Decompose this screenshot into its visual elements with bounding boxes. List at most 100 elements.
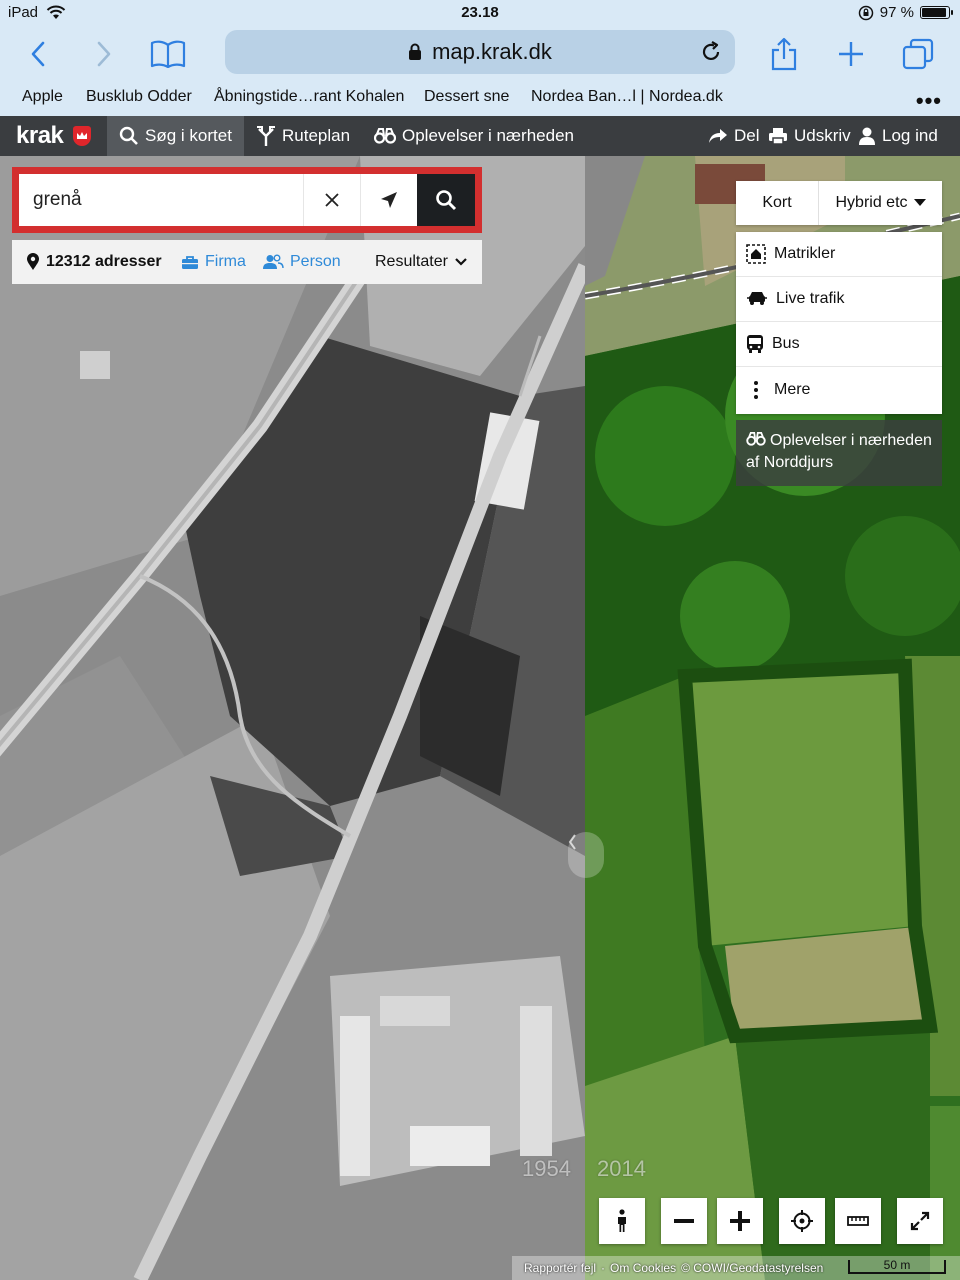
chevron-left-icon [31,41,45,67]
layer-live-traffic[interactable]: Live trafik [736,277,942,322]
share-link[interactable]: Del [708,116,760,156]
pedestrian-icon [618,1209,626,1232]
cookies-link[interactable]: Om Cookies [610,1261,676,1275]
layer-more[interactable]: Mere [736,367,942,412]
scale-bar: 50 m [848,1259,946,1274]
logo-text: krak [16,122,64,149]
map-type-hybrid-dropdown[interactable]: Hybrid etc [819,181,942,225]
layer-list: Matrikler Live trafik Bus Mere [736,232,942,414]
layer-label: Matrikler [774,245,836,262]
report-error-link[interactable]: Rapportér fejl [524,1261,596,1275]
ruler-icon [847,1216,869,1226]
search-icon [119,126,138,145]
layer-label: Live trafik [776,290,845,307]
company-filter[interactable]: Firma [181,240,246,284]
nav-label: Del [734,126,760,145]
binoculars-icon [746,432,766,446]
address-bar[interactable]: map.krak.dk [225,30,735,74]
bookmark-item[interactable]: Nordea Ban…l | Nordea.dk [531,88,723,106]
route-fork-icon [257,126,275,146]
street-view-button[interactable] [599,1198,645,1244]
bookmark-item[interactable]: Apple [22,88,63,106]
new-tab-button[interactable] [833,36,869,72]
company-label: Firma [205,253,246,270]
tabs-button[interactable] [900,36,936,72]
drag-handle-icon [568,834,576,850]
caret-down-icon [913,199,926,206]
tab-route-planner[interactable]: Ruteplan [256,116,350,156]
battery-level [922,8,946,17]
krak-logo[interactable]: krak [16,116,92,156]
print-link[interactable]: Udskriv [768,116,851,156]
bookmark-item[interactable]: Dessert sne [424,88,509,106]
search-input[interactable]: grenå [19,174,303,226]
zoom-out-button[interactable] [661,1198,707,1244]
year-label-old: 1954 [522,1156,571,1181]
layer-label: Mere [774,380,811,398]
clear-search-button[interactable] [303,174,360,226]
favorites-bar: Apple Busklub Odder Åbningstide…rant Koh… [0,84,960,114]
close-icon [325,193,339,207]
layer-bus[interactable]: Bus [736,322,942,367]
url-text: map.krak.dk [432,39,552,64]
crosshair-icon [791,1210,813,1232]
minus-icon [674,1219,694,1223]
locate-me-button[interactable] [360,174,417,226]
status-bar: iPad 23.18 97 % [0,0,960,26]
nearby-experiences-panel[interactable]: Oplevelser i nærheden af Norddjurs [736,420,942,486]
printer-icon [769,128,787,145]
my-location-button[interactable] [779,1198,825,1244]
chevron-right-icon [97,41,111,67]
krak-navbar: krak Søg i kortet Ruteplan Oplevelser i … [0,116,960,156]
historic-aerial-image [0,156,585,1280]
back-button[interactable] [20,36,56,72]
zoom-in-button[interactable] [717,1198,763,1244]
tab-search-map[interactable]: Søg i kortet [107,116,244,156]
more-bookmarks-button[interactable]: ••• [916,88,942,114]
chevron-down-icon [455,258,467,266]
fullscreen-button[interactable] [897,1198,943,1244]
historic-aerial-1954: 1954 [0,156,585,1280]
nav-label: Log ind [882,126,938,145]
tab-label: Søg i kortet [145,126,232,145]
lock-icon [409,43,422,60]
property-boundary-icon [746,244,766,264]
bookmarks-button[interactable] [150,36,186,72]
binoculars-icon [374,128,396,144]
results-dropdown[interactable]: Resultater [375,240,468,284]
map-type-switcher: Kort Hybrid etc [736,181,942,225]
nav-label: Udskriv [794,126,851,145]
person-filter[interactable]: Person [262,240,341,284]
people-icon [263,254,284,269]
forward-button[interactable] [86,36,122,72]
share-button[interactable] [766,36,802,72]
search-submit-button[interactable] [417,174,475,226]
layer-matrikler[interactable]: Matrikler [736,232,942,277]
address-results[interactable]: 12312 adresser [26,240,162,284]
login-link[interactable]: Log ind [858,116,938,156]
year-label-new: 2014 [597,1156,646,1181]
measure-button[interactable] [835,1198,881,1244]
share-arrow-icon [709,129,727,143]
map-type-kort[interactable]: Kort [736,181,819,225]
briefcase-icon [182,255,198,269]
expand-icon [910,1211,930,1231]
rotation-lock-icon [858,5,874,20]
tab-nearby-experiences[interactable]: Oplevelser i nærheden [374,116,574,156]
share-icon [771,37,797,71]
address-count: 12312 adresser [46,253,162,270]
search-icon [436,190,457,211]
nearby-label: Oplevelser i nærheden af Norddjurs [746,432,932,471]
map-type-hybrid-label: Hybrid etc [835,194,908,211]
bookmark-item[interactable]: Busklub Odder [86,88,192,106]
copyright-text: © COWI/Geodatastyrelsen [681,1261,824,1275]
vertical-dots-icon [754,380,758,399]
bookmark-item[interactable]: Åbningstide…rant Kohalen [214,88,404,106]
battery-icon [920,6,953,19]
tab-label: Oplevelser i nærheden [402,126,574,145]
bus-icon [747,335,763,353]
split-slider-handle[interactable] [568,832,604,878]
traffic-cars-icon [747,292,767,305]
plus-icon [730,1211,750,1231]
reload-icon[interactable] [699,40,723,64]
